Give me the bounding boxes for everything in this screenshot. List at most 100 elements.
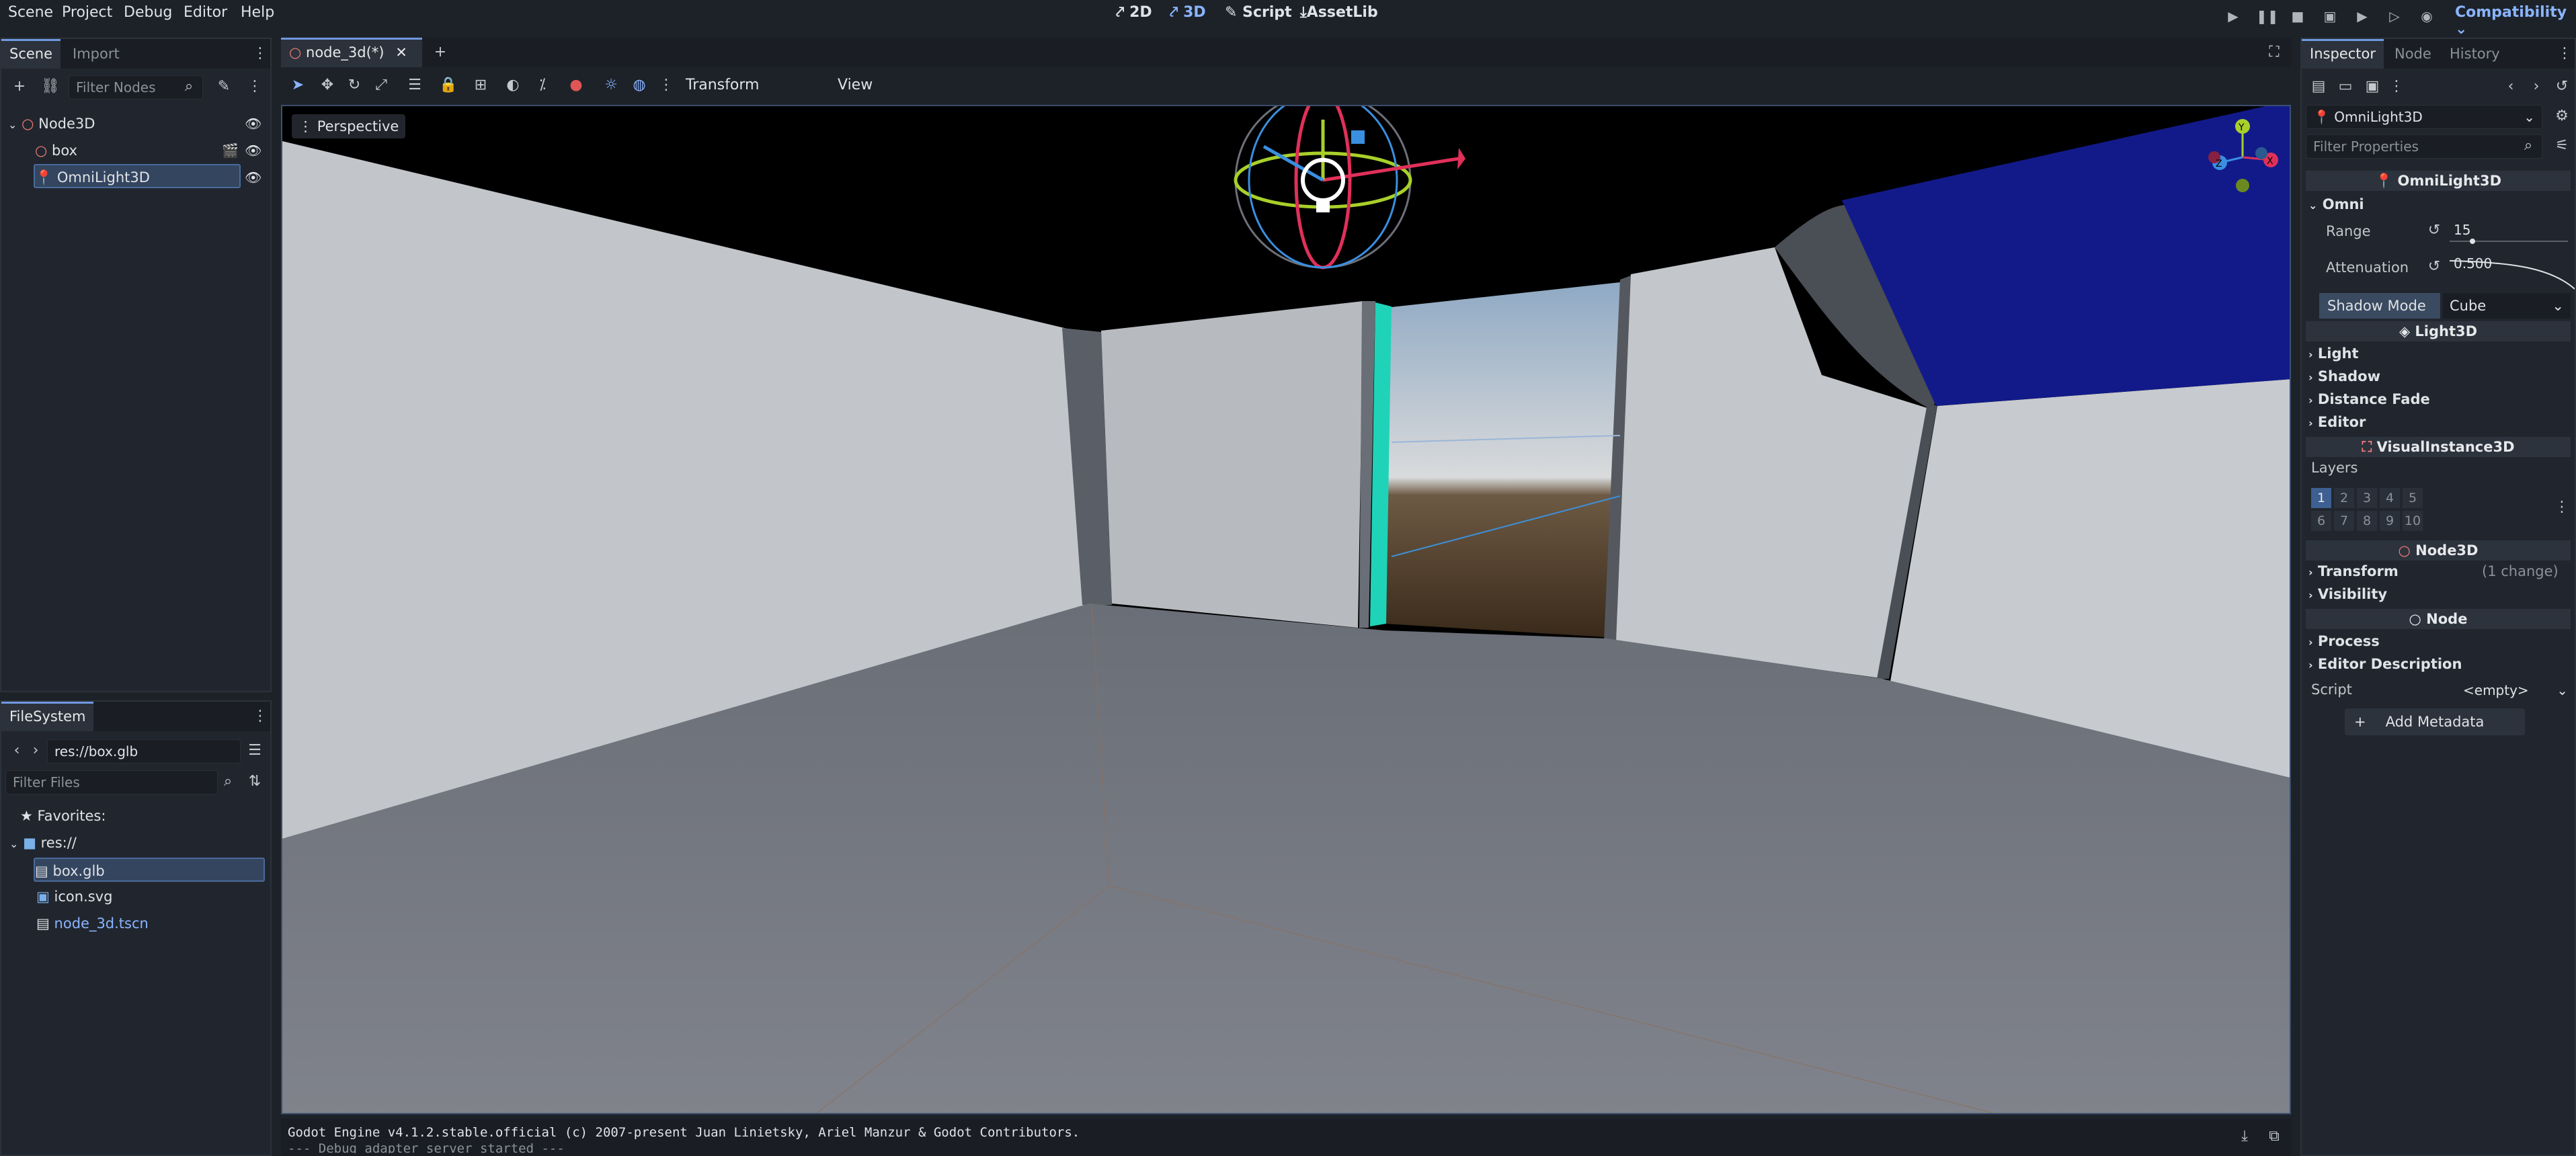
tune-icon[interactable]: ⚟ xyxy=(2552,136,2572,156)
dock-menu-icon[interactable]: ⋮ xyxy=(250,706,270,727)
view-menu[interactable]: View xyxy=(838,77,873,93)
layer-cell[interactable]: 10 xyxy=(2403,511,2423,531)
fullscreen-icon[interactable]: ⛶ xyxy=(2264,42,2284,63)
camera-override-icon[interactable]: ● xyxy=(566,75,586,95)
object-history-icon[interactable]: ↺ xyxy=(2552,77,2572,97)
add-tab-icon[interactable]: + xyxy=(430,42,450,63)
favorites-row[interactable]: ★ Favorites: xyxy=(20,804,262,828)
group-shadow[interactable]: › Shadow xyxy=(2308,368,2380,384)
menu-scene[interactable]: Scene xyxy=(8,4,53,21)
snap-icon[interactable]: ⁒ xyxy=(532,75,553,95)
add-node-icon[interactable]: + xyxy=(9,77,30,97)
environment-preview-icon[interactable]: ◍ xyxy=(629,75,649,95)
3d-viewport[interactable]: Y X Z ⋮ Perspective xyxy=(281,105,2291,1114)
pin-icon[interactable]: ⤓ xyxy=(2235,1126,2255,1147)
group-transform[interactable]: › Transform xyxy=(2308,563,2399,579)
shadow-mode-dropdown[interactable]: Cube ⌄ xyxy=(2443,293,2571,319)
back-icon[interactable]: ‹ xyxy=(7,741,27,761)
slider-grabber[interactable] xyxy=(2470,239,2475,244)
dock-menu-icon[interactable]: ⋮ xyxy=(250,44,270,64)
forward-icon[interactable]: › xyxy=(26,741,46,761)
filter-properties-input[interactable]: Filter Properties xyxy=(2306,134,2542,159)
file-row-box-glb[interactable]: ▤ box.glb xyxy=(34,858,265,882)
tab-scene[interactable]: Scene xyxy=(1,39,61,69)
group-visibility[interactable]: › Visibility xyxy=(2308,586,2387,602)
close-icon[interactable]: ✕ xyxy=(395,44,407,60)
attenuation-curve[interactable]: 0.500 xyxy=(2450,254,2575,294)
visibility-eye-icon[interactable]: 👁 xyxy=(245,116,261,132)
move-tool-icon[interactable]: ✥ xyxy=(317,75,337,95)
workspace-3d-button[interactable]: ⤤ 3D xyxy=(1170,4,1206,21)
menu-editor[interactable]: Editor xyxy=(184,4,227,21)
tab-import[interactable]: Import xyxy=(65,39,128,69)
workspace-2d-button[interactable]: ⤤ 2D xyxy=(1116,4,1152,21)
layer-cell[interactable]: 1 xyxy=(2311,488,2331,508)
object-selector[interactable]: 📍 OmniLight3D ⌄ xyxy=(2306,105,2542,129)
layer-cell[interactable]: 4 xyxy=(2380,488,2400,508)
workspace-assetlib-button[interactable]: ⤓AssetLib xyxy=(1300,4,1378,21)
filter-files-input[interactable]: Filter Files xyxy=(5,770,218,794)
ruler-icon[interactable]: ◐ xyxy=(503,75,523,95)
layer-cell[interactable]: 7 xyxy=(2334,511,2354,531)
add-metadata-button[interactable]: + Add Metadata xyxy=(2345,708,2525,735)
tree-node-root[interactable]: ⌄ ○ Node3D xyxy=(8,112,264,136)
revert-icon[interactable]: ↺ xyxy=(2424,257,2444,277)
group-editor[interactable]: › Editor xyxy=(2308,414,2366,430)
movie-maker-icon[interactable]: ◉ xyxy=(2417,7,2436,26)
tree-node-omnilight[interactable]: 📍 OmniLight3D xyxy=(34,164,241,188)
transform-menu[interactable]: Transform xyxy=(686,77,759,93)
more-icon[interactable]: ⋮ xyxy=(2386,77,2407,97)
history-forward-icon[interactable]: › xyxy=(2526,77,2546,97)
tab-filesystem[interactable]: FileSystem xyxy=(1,702,94,731)
link-icon[interactable]: ⛓ xyxy=(40,77,61,97)
open-resource-icon[interactable]: ▭ xyxy=(2335,77,2356,97)
sun-preview-icon[interactable]: ☼ xyxy=(601,75,621,95)
wrench-icon[interactable]: ⚙ xyxy=(2552,106,2572,126)
group-omni[interactable]: ⌄ Omni xyxy=(2308,196,2364,212)
layers-menu-icon[interactable]: ⋮ xyxy=(2552,497,2572,518)
group-distance-fade[interactable]: › Distance Fade xyxy=(2308,391,2430,407)
play-icon[interactable]: ▶ xyxy=(2224,7,2243,26)
layer-cell[interactable]: 3 xyxy=(2357,488,2377,508)
open-scene-icon[interactable]: 🎬 xyxy=(222,142,239,159)
play-custom-scene-icon[interactable]: ▷ xyxy=(2385,7,2404,26)
visibility-eye-icon[interactable]: 👁 xyxy=(245,169,261,185)
group-light[interactable]: › Light xyxy=(2308,345,2359,362)
more-icon[interactable]: ⋮ xyxy=(656,75,676,95)
file-row-icon-svg[interactable]: ▣ icon.svg xyxy=(36,884,265,909)
layer-cell[interactable]: 2 xyxy=(2334,488,2354,508)
tab-inspector[interactable]: Inspector xyxy=(2302,39,2384,69)
layer-cell[interactable]: 6 xyxy=(2311,511,2331,531)
select-tool-icon[interactable]: ➤ xyxy=(288,75,308,95)
range-slider[interactable]: 15 xyxy=(2450,220,2568,244)
res-root-row[interactable]: ⌄ ■ res:// xyxy=(9,831,258,855)
pause-icon[interactable]: ❚❚ xyxy=(2256,7,2279,26)
perspective-menu-button[interactable]: ⋮ Perspective xyxy=(292,114,406,138)
visibility-eye-icon[interactable]: 👁 xyxy=(245,142,261,159)
layer-cell[interactable]: 9 xyxy=(2380,511,2400,531)
more-icon[interactable]: ⋮ xyxy=(245,77,265,97)
scale-tool-icon[interactable]: ⤢ xyxy=(371,75,391,95)
layer-cell[interactable]: 8 xyxy=(2357,511,2377,531)
revert-icon[interactable]: ↺ xyxy=(2424,220,2444,241)
dock-menu-icon[interactable]: ⋮ xyxy=(2554,44,2575,64)
workspace-script-button[interactable]: ✎ Script xyxy=(1225,4,1292,21)
group-process[interactable]: › Process xyxy=(2308,633,2380,649)
remote-debug-icon[interactable]: ▣ xyxy=(2321,7,2339,26)
renderer-selector[interactable]: Compatibility ⌄ xyxy=(2455,4,2576,38)
layer-cell[interactable]: 5 xyxy=(2403,488,2423,508)
menu-project[interactable]: Project xyxy=(62,4,112,21)
rotate-tool-icon[interactable]: ↻ xyxy=(344,75,364,95)
tab-history[interactable]: History xyxy=(2442,39,2508,69)
history-back-icon[interactable]: ‹ xyxy=(2501,77,2521,97)
group-editor-description[interactable]: › Editor Description xyxy=(2308,656,2462,672)
stop-icon[interactable]: ■ xyxy=(2288,7,2307,26)
tab-node3d-scene[interactable]: ○ node_3d(*) ✕ xyxy=(281,38,422,67)
script-value-dropdown[interactable]: <empty> ⌄ xyxy=(2455,679,2572,702)
save-resource-icon[interactable]: ▣ xyxy=(2362,77,2382,97)
copy-icon[interactable]: ⧉ xyxy=(2264,1126,2284,1147)
path-field[interactable]: res://box.glb xyxy=(47,739,241,763)
new-resource-icon[interactable]: ▤ xyxy=(2308,77,2329,97)
menu-debug[interactable]: Debug xyxy=(124,4,172,21)
menu-help[interactable]: Help xyxy=(241,4,274,21)
